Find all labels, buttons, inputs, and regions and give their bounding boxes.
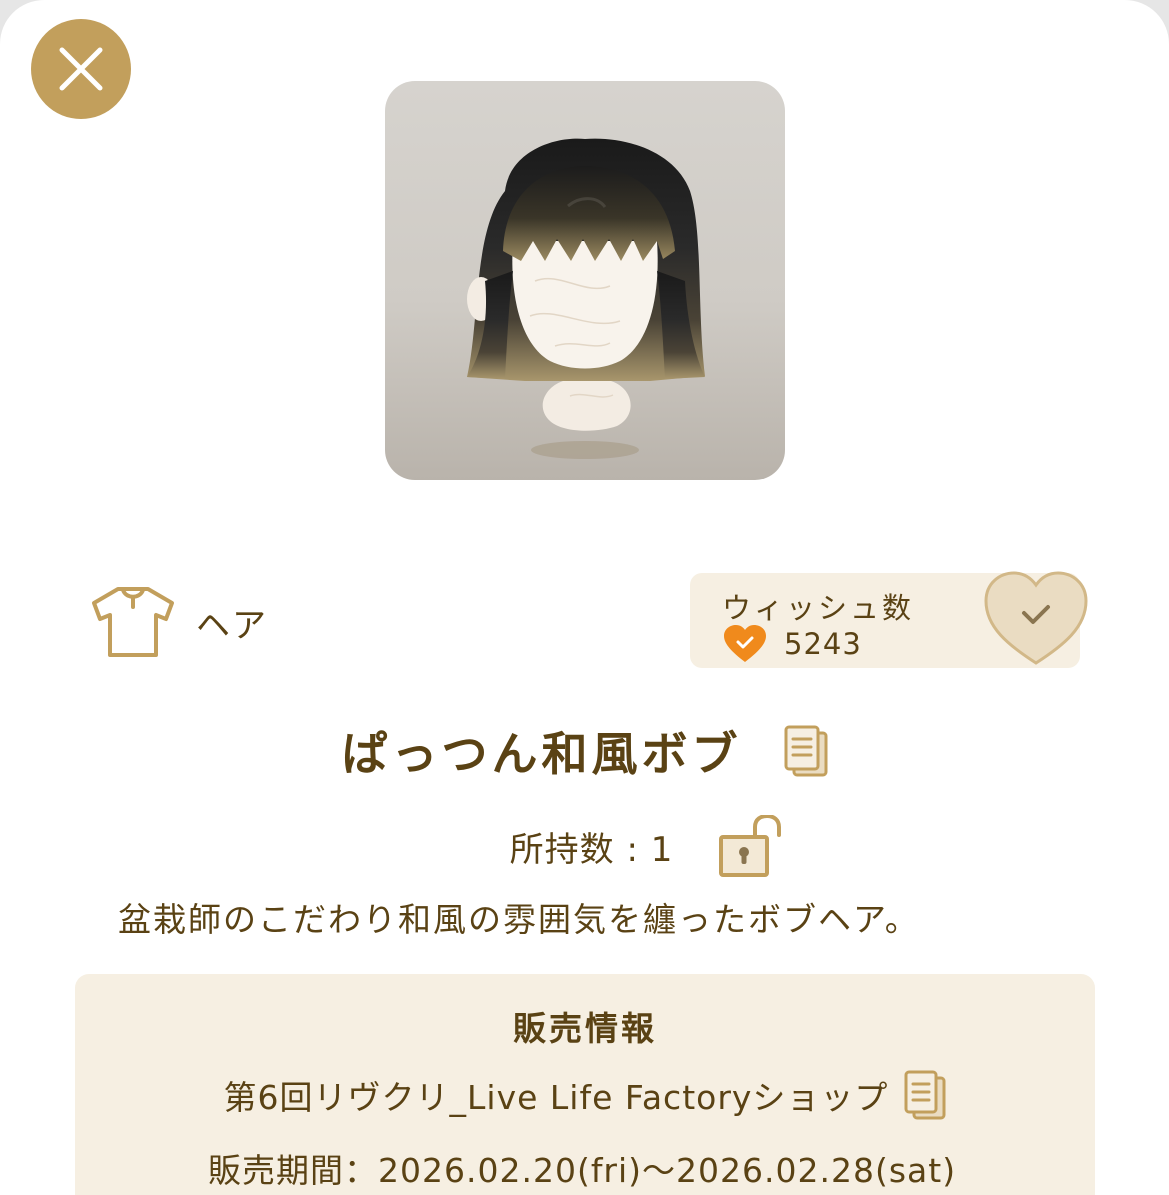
close-button[interactable] bbox=[31, 19, 131, 119]
copy-document-icon[interactable] bbox=[784, 725, 828, 777]
owned-count-label: 所持数 bbox=[509, 829, 615, 870]
close-icon bbox=[59, 47, 103, 91]
owned-count-text: 所持数 : 1 bbox=[509, 829, 674, 870]
wish-count-value: 5243 bbox=[784, 627, 862, 661]
unlocked-padlock-icon[interactable] bbox=[719, 815, 783, 877]
sales-info-panel: 販売情報 第6回リヴクリ_Live Life Factoryショップ 販売期間：… bbox=[75, 974, 1095, 1195]
sales-period: 販売期間：2026.02.20(fri)〜2026.02.28(sat) bbox=[208, 1151, 957, 1190]
sales-info-title: 販売情報 bbox=[513, 1009, 657, 1048]
category-label: ヘア bbox=[196, 605, 268, 646]
item-title-row: ぱっつん和風ボブ bbox=[0, 718, 1169, 784]
heart-check-icon bbox=[724, 625, 766, 662]
bob-hair-illustration bbox=[467, 138, 705, 459]
sales-period-label: 販売期間 bbox=[208, 1151, 344, 1190]
shop-row: 第6回リヴクリ_Live Life Factoryショップ bbox=[75, 1070, 1095, 1120]
wish-count-label: ウィッシュ数 bbox=[722, 591, 915, 625]
sales-period-value: 2026.02.20(fri)〜2026.02.28(sat) bbox=[378, 1151, 957, 1190]
owned-count-value: 1 bbox=[650, 829, 674, 870]
wish-count-row: 5243 bbox=[722, 624, 862, 664]
item-detail-sheet: ヘア ウィッシュ数 5243 ぱっつん和風ボブ 所持数 : 1 盆栽師のこだわり… bbox=[0, 0, 1169, 1195]
copy-document-icon[interactable] bbox=[904, 1070, 946, 1120]
owned-row: 所持数 : 1 bbox=[0, 815, 1169, 877]
item-preview-image bbox=[385, 81, 785, 480]
shirt-icon bbox=[92, 587, 174, 657]
item-name: ぱっつん和風ボブ bbox=[341, 727, 742, 781]
item-description: 盆栽師のこだわり和風の雰囲気を纏ったボブヘア。 bbox=[118, 900, 920, 939]
wish-heart-button-icon bbox=[984, 571, 1088, 665]
shop-name: 第6回リヴクリ_Live Life Factoryショップ bbox=[223, 1078, 889, 1117]
category: ヘア bbox=[90, 585, 268, 659]
wish-toggle-button[interactable] bbox=[980, 569, 1092, 669]
